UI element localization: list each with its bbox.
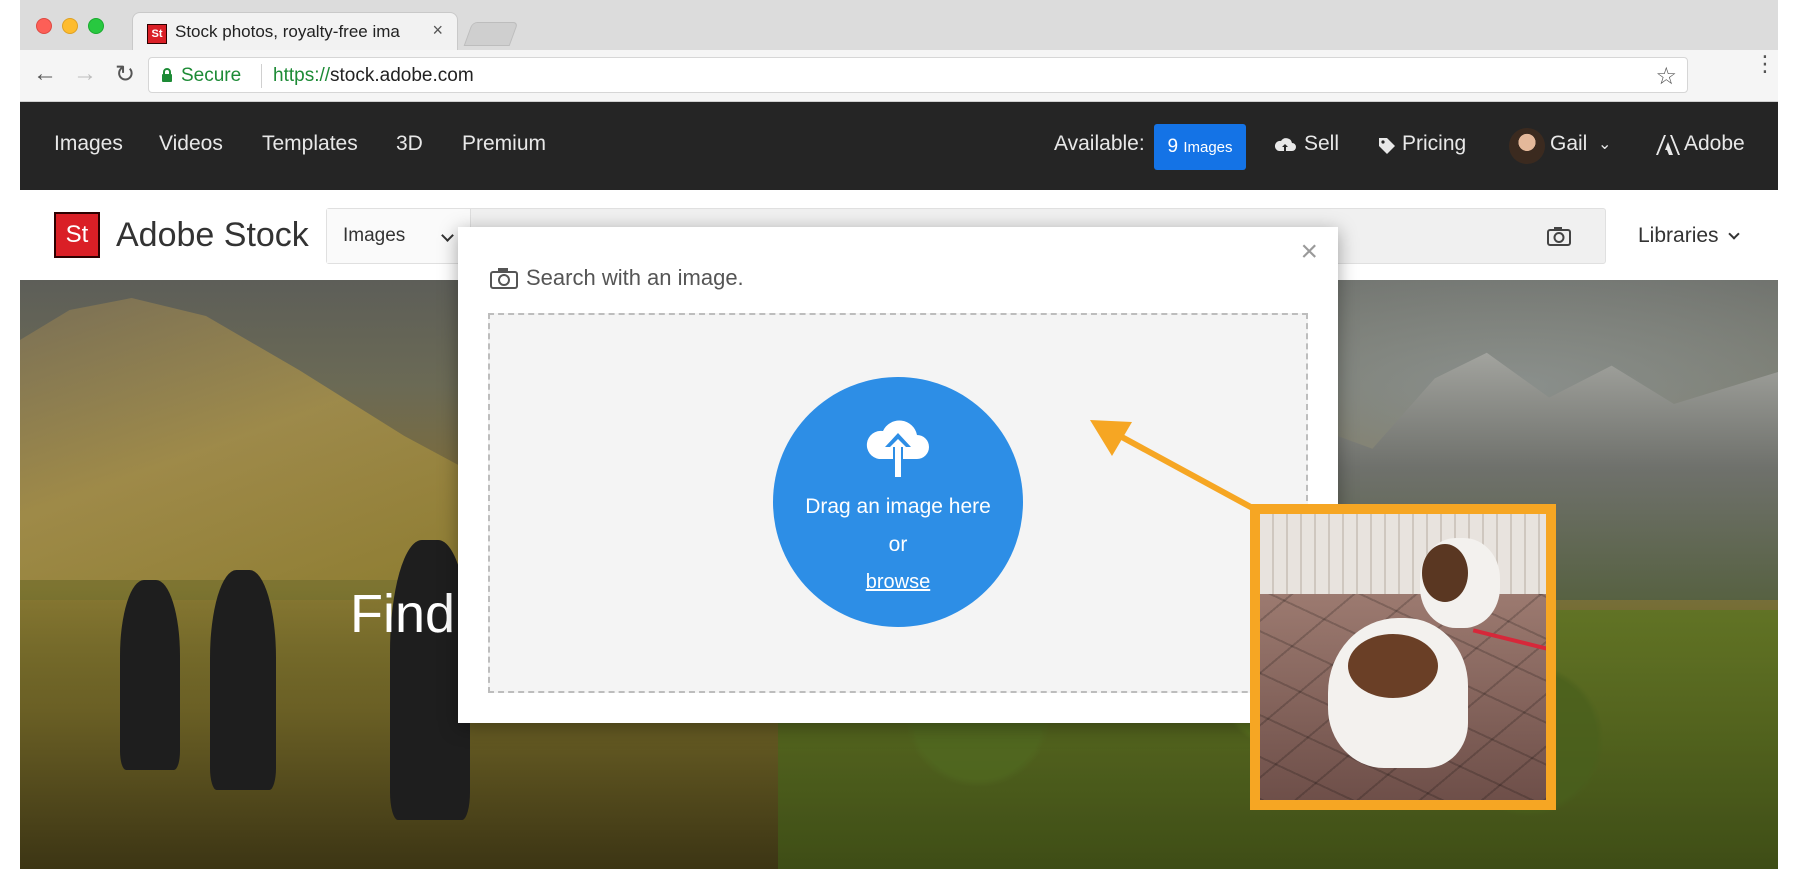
nav-sell[interactable]: Sell [1304, 132, 1339, 156]
browser-chrome: St Stock photos, royalty-free ima × ← → … [20, 0, 1778, 102]
screenshot: St Stock photos, royalty-free ima × ← → … [0, 0, 1800, 869]
address-divider [261, 64, 262, 88]
camera-icon [490, 268, 518, 289]
available-unit: Images [1183, 139, 1233, 156]
dog-spot [1348, 634, 1438, 698]
nav-premium[interactable]: Premium [462, 132, 546, 156]
price-tag-icon [1379, 138, 1395, 154]
site-top-nav: Images Videos Templates 3D Premium Avail… [20, 102, 1778, 190]
hiker-figure [210, 570, 276, 790]
nav-pricing[interactable]: Pricing [1402, 132, 1466, 156]
nav-videos[interactable]: Videos [159, 132, 223, 156]
close-icon[interactable]: × [1300, 235, 1318, 269]
user-avatar[interactable] [1509, 128, 1545, 164]
dialog-title: Search with an image. [526, 265, 744, 290]
search-category-select[interactable]: Images [327, 209, 471, 263]
close-window-button[interactable] [36, 18, 52, 34]
maximize-window-button[interactable] [88, 18, 104, 34]
hiker-figure [120, 580, 180, 770]
nav-adobe[interactable]: Adobe [1684, 132, 1745, 156]
minimize-window-button[interactable] [62, 18, 78, 34]
url-protocol: https:// [273, 65, 331, 86]
libraries-menu[interactable]: Libraries [1638, 224, 1719, 248]
user-name[interactable]: Gail [1550, 132, 1587, 156]
nav-3d[interactable]: 3D [396, 132, 423, 156]
nav-images[interactable]: Images [54, 132, 123, 156]
url-host: stock.adobe.com [330, 65, 474, 86]
available-count: 9 [1167, 136, 1179, 157]
hero-headline: Find [350, 584, 456, 644]
site-title[interactable]: Adobe Stock [116, 216, 309, 255]
adobe-stock-favicon-icon: St [147, 24, 167, 44]
upload-target[interactable]: Drag an image here or browse [773, 377, 1023, 627]
cloud-upload-icon [1274, 138, 1296, 152]
search-category-value: Images [343, 225, 406, 246]
secure-label: Secure [181, 65, 242, 86]
dragged-photo-frame[interactable] [1250, 504, 1556, 810]
bookmark-star-icon[interactable]: ☆ [1655, 62, 1677, 91]
dog-ear [1422, 544, 1468, 602]
camera-icon[interactable] [1547, 226, 1571, 246]
dog-photo [1260, 514, 1546, 800]
reload-icon[interactable]: ↻ [110, 60, 140, 89]
photo-background-fence [1260, 514, 1546, 594]
new-tab-button[interactable] [463, 22, 519, 46]
available-label: Available: [1054, 132, 1145, 155]
browse-link[interactable]: browse [773, 571, 1023, 594]
available-images-badge[interactable]: 9 Images [1154, 124, 1246, 170]
chevron-down-icon [441, 229, 454, 242]
browser-toolbar: ← → ↻ Secure https://stock.adobe.com ☆ ⋮ [20, 50, 1778, 102]
libraries-chevron-down-icon [1728, 228, 1740, 240]
back-arrow-icon[interactable]: ← [30, 60, 60, 88]
browser-tab-active[interactable]: St Stock photos, royalty-free ima × [132, 12, 458, 50]
user-menu-chevron-down-icon[interactable]: ⌄ [1598, 134, 1611, 154]
forward-arrow-icon[interactable]: → [70, 60, 100, 88]
lock-icon [162, 68, 172, 82]
tab-close-icon[interactable]: × [432, 20, 443, 41]
tab-title: Stock photos, royalty-free ima [175, 22, 400, 41]
adobe-stock-logo-icon[interactable]: St [54, 212, 100, 258]
nav-templates[interactable]: Templates [262, 132, 358, 156]
browser-menu-icon[interactable]: ⋮ [1754, 53, 1776, 75]
tab-strip: St Stock photos, royalty-free ima × [20, 0, 1778, 50]
address-bar[interactable]: Secure https://stock.adobe.com ☆ [148, 57, 1688, 93]
adobe-logo-icon [1656, 135, 1680, 155]
url-text[interactable]: https://stock.adobe.com [273, 65, 474, 87]
cloud-upload-icon [866, 420, 929, 477]
or-separator: or [888, 533, 908, 556]
drag-instruction: Drag an image here [805, 495, 991, 518]
